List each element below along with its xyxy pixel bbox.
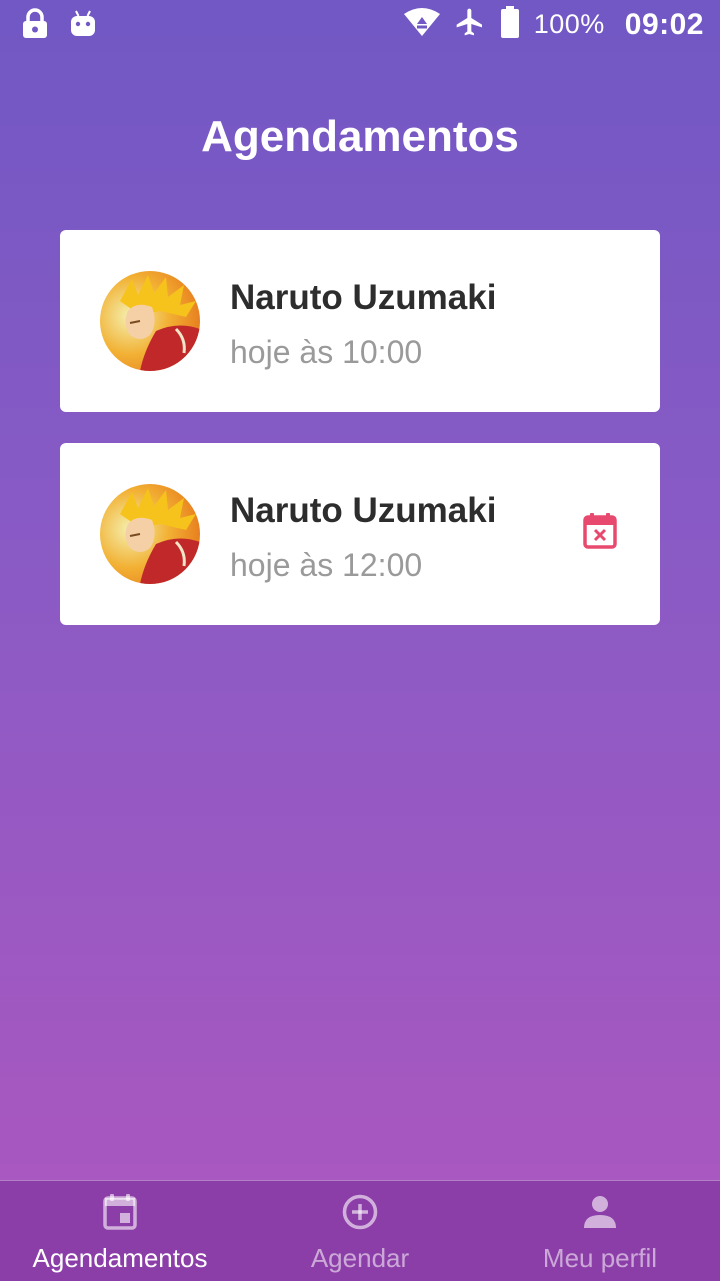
- avatar: [100, 271, 200, 371]
- appointment-time: hoje às 12:00: [230, 547, 423, 583]
- client-name: Naruto Uzumaki: [230, 491, 497, 530]
- appointment-time: hoje às 10:00: [230, 334, 423, 370]
- tab-label: Agendamentos: [32, 1243, 208, 1273]
- tab-label: Meu perfil: [542, 1243, 658, 1273]
- client-name: Naruto Uzumaki: [230, 278, 497, 317]
- battery-icon: [500, 6, 520, 43]
- bottom-navigation: Agendamentos Agendar Meu perfil: [0, 1180, 720, 1281]
- android-icon: [70, 9, 96, 42]
- airplane-icon: [454, 6, 486, 43]
- status-bar: 100% 09:02: [0, 0, 720, 48]
- wifi-icon: [403, 8, 440, 41]
- lock-icon: [22, 8, 48, 43]
- cancel-appointment-button[interactable]: [580, 512, 620, 554]
- calendar-icon: [103, 1193, 137, 1231]
- avatar: [100, 484, 200, 584]
- add-circle-icon: [342, 1193, 378, 1231]
- battery-percentage: 100%: [533, 9, 605, 39]
- person-icon: [583, 1193, 617, 1231]
- tab-meu-perfil[interactable]: Meu perfil: [480, 1181, 720, 1281]
- tab-agendamentos[interactable]: Agendamentos: [0, 1181, 240, 1281]
- tab-agendar[interactable]: Agendar: [240, 1181, 480, 1281]
- appointment-card[interactable]: Naruto Uzumaki hoje às 12:00: [60, 443, 660, 625]
- status-clock: 09:02: [624, 7, 704, 41]
- appointment-card[interactable]: Naruto Uzumaki hoje às 10:00: [60, 230, 660, 412]
- page-title: Agendamentos: [201, 112, 519, 161]
- calendar-cancel-icon: [583, 512, 617, 554]
- tab-label: Agendar: [310, 1243, 410, 1273]
